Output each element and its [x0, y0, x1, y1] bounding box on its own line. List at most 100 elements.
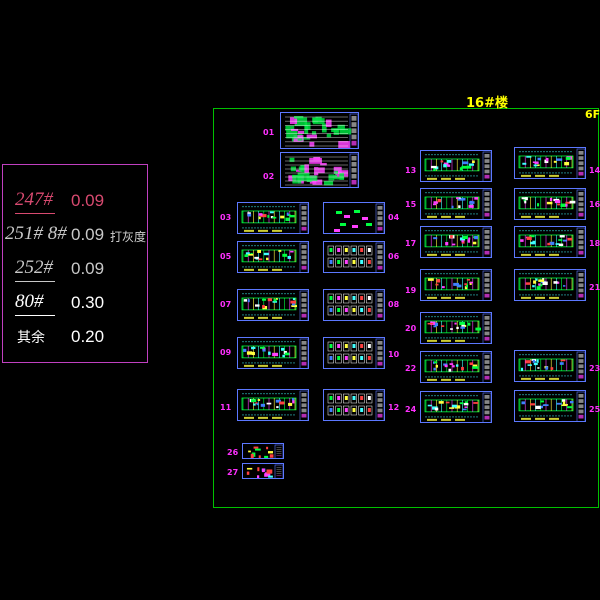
drawing-sheet-04[interactable]	[323, 202, 385, 234]
legend-line-weight: 0.30	[71, 293, 105, 312]
drawing-sheet-09[interactable]	[237, 337, 309, 369]
legend-row: 247# 0.09	[3, 189, 149, 219]
sheet-thumbnail	[327, 338, 384, 368]
sheet-thumbnail	[424, 227, 491, 257]
legend-underline	[15, 213, 55, 214]
drawing-sheet-23[interactable]	[514, 350, 586, 382]
sheet-number-label: 06	[388, 252, 400, 261]
sheet-thumbnail	[518, 189, 585, 219]
legend-pen-name: 251# 8#	[5, 223, 67, 244]
building-title: 16#楼	[466, 96, 508, 111]
sheet-thumbnail	[241, 290, 308, 320]
drawing-sheet-21[interactable]	[514, 269, 586, 301]
sheet-number-label: 03	[220, 213, 232, 222]
drawing-sheet-22[interactable]	[420, 351, 492, 383]
sheet-thumbnail	[285, 113, 358, 148]
legend-underline	[15, 315, 55, 316]
sheet-thumbnail	[518, 270, 585, 300]
drawing-sheet-25[interactable]	[514, 390, 586, 422]
legend-line-weight: 0.20	[71, 327, 105, 346]
drawing-sheet-14[interactable]	[514, 147, 586, 179]
sheet-thumbnail	[424, 151, 491, 181]
sheet-thumbnail	[424, 189, 491, 219]
sheet-thumbnail	[241, 338, 308, 368]
legend-row: 251# 8# 0.09 打灰度	[3, 223, 149, 253]
drawing-sheet-18[interactable]	[514, 226, 586, 258]
sheet-thumbnail	[334, 203, 384, 233]
sheet-thumbnail	[248, 444, 283, 458]
sheet-thumbnail	[327, 390, 384, 420]
legend-line-weight: 0.09	[71, 259, 105, 278]
sheet-thumbnail	[518, 148, 585, 178]
drawing-sheet-20[interactable]	[420, 312, 492, 344]
drawing-sheet-01[interactable]	[280, 112, 359, 149]
sheet-number-label: 25	[589, 405, 600, 414]
drawing-sheet-26[interactable]	[242, 443, 284, 459]
sheet-number-label: 18	[589, 239, 600, 248]
legend-pen-name: 80#	[15, 291, 44, 312]
sheet-number-label: 08	[388, 300, 400, 309]
sheet-thumbnail	[246, 464, 283, 478]
legend-row: 80# 0.30	[3, 291, 149, 321]
sheet-number-label: 11	[220, 403, 232, 412]
legend-pen-name: 247#	[15, 189, 53, 210]
sheet-thumbnail	[518, 351, 585, 381]
drawing-sheet-06[interactable]	[323, 241, 385, 273]
sheet-number-label: 24	[405, 405, 417, 414]
sheet-thumbnail	[424, 352, 491, 382]
drawing-sheet-17[interactable]	[420, 226, 492, 258]
sheet-thumbnail	[241, 242, 308, 272]
sheet-number-label: 02	[263, 172, 275, 181]
sheet-number-label: 16	[589, 200, 600, 209]
drawing-sheet-03[interactable]	[237, 202, 309, 234]
legend-row: 252# 0.09	[3, 257, 149, 287]
drawing-sheet-19[interactable]	[420, 269, 492, 301]
sheet-thumbnail	[285, 153, 358, 187]
drawing-sheet-15[interactable]	[420, 188, 492, 220]
sheet-thumbnail	[424, 392, 491, 422]
sheet-number-label: 21	[589, 283, 600, 292]
drawing-sheet-27[interactable]	[242, 463, 284, 479]
legend-line-weight: 0.09	[71, 225, 105, 244]
sheet-thumbnail	[424, 313, 491, 343]
sheet-number-label: 23	[589, 364, 600, 373]
sheet-number-label: 09	[220, 348, 232, 357]
sheet-number-label: 22	[405, 364, 417, 373]
drawing-sheet-11[interactable]	[237, 389, 309, 421]
drawing-sheet-02[interactable]	[280, 152, 359, 188]
drawing-sheet-08[interactable]	[323, 289, 385, 321]
sheet-number-label: 04	[388, 213, 400, 222]
legend-row: 其余 0.20	[3, 325, 149, 355]
legend-pen-name: 252#	[15, 257, 53, 278]
legend-note: 打灰度	[110, 230, 147, 244]
sheet-thumbnail	[518, 227, 585, 257]
drawing-sheet-13[interactable]	[420, 150, 492, 182]
sheet-number-label: 05	[220, 252, 232, 261]
sheet-thumbnail	[518, 391, 585, 421]
sheet-thumbnail	[424, 270, 491, 300]
drawing-sheet-07[interactable]	[237, 289, 309, 321]
legend-line-weight: 0.09	[71, 191, 105, 210]
drawing-sheet-10[interactable]	[323, 337, 385, 369]
drawing-sheet-24[interactable]	[420, 391, 492, 423]
floor-count-label: 6F	[585, 108, 600, 121]
sheet-thumbnail	[327, 242, 384, 272]
drawing-sheet-16[interactable]	[514, 188, 586, 220]
legend-underline	[15, 281, 55, 282]
sheet-number-label: 15	[405, 200, 417, 209]
sheet-number-label: 10	[388, 350, 400, 359]
sheet-number-label: 17	[405, 239, 417, 248]
sheet-number-label: 19	[405, 286, 417, 295]
sheet-number-label: 27	[227, 468, 239, 477]
sheet-thumbnail	[241, 203, 308, 233]
line-weight-legend: 247# 0.09 251# 8# 0.09 打灰度 252# 0.09 80# 0.30 其余 0…	[2, 164, 148, 363]
sheet-thumbnail	[241, 390, 308, 420]
legend-pen-name: 其余	[17, 330, 45, 346]
drawing-sheet-12[interactable]	[323, 389, 385, 421]
sheet-number-label: 26	[227, 448, 239, 457]
sheet-number-label: 20	[405, 324, 417, 333]
drawing-sheet-05[interactable]	[237, 241, 309, 273]
sheet-thumbnail	[327, 290, 384, 320]
sheet-number-label: 01	[263, 128, 275, 137]
sheet-number-label: 12	[388, 403, 400, 412]
